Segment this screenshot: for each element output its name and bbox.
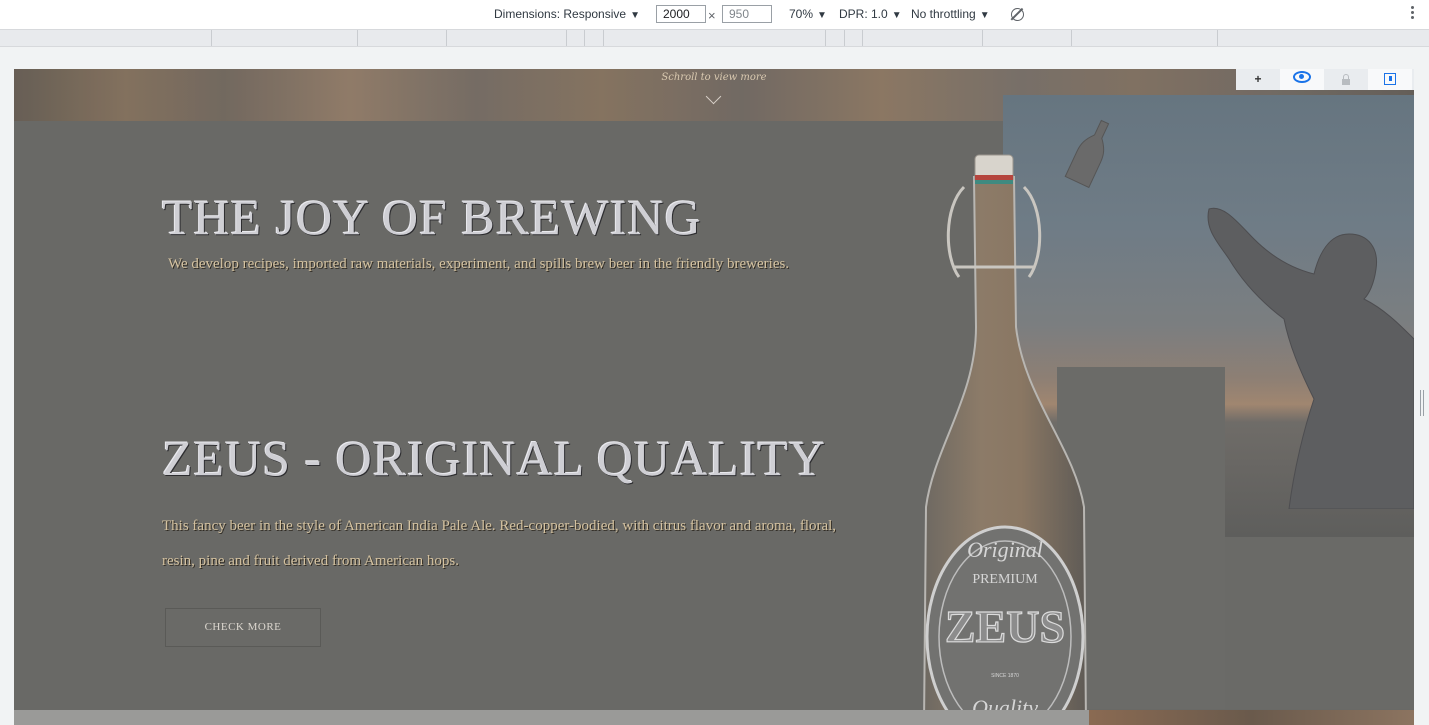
zeus-beer-bottle-image: Original PREMIUM ZEUS SINCE 1870 Quality [922, 154, 1088, 725]
caret-down-icon: ▼ [979, 10, 990, 21]
media-query-marker[interactable] [211, 30, 212, 46]
overlay-toolbar: + [1236, 69, 1414, 90]
bottle-label-top: Original [967, 537, 1043, 562]
caret-down-icon: ▼ [891, 10, 902, 21]
dpr-label: DPR: 1.0 [839, 7, 888, 21]
panel-toggle-button[interactable] [1368, 69, 1412, 90]
bottle-label-premium: PREMIUM [972, 572, 1038, 587]
zoom-dropdown[interactable]: 70% ▼ [789, 0, 827, 29]
lock-icon [1342, 74, 1350, 85]
media-query-marker[interactable] [357, 30, 358, 46]
media-query-marker[interactable] [1071, 30, 1072, 46]
viewport-resize-handle[interactable] [1420, 390, 1426, 416]
eye-icon [1293, 71, 1311, 83]
dpr-dropdown[interactable]: DPR: 1.0 ▼ [839, 0, 902, 29]
media-query-bar [0, 30, 1429, 47]
media-query-marker[interactable] [1217, 30, 1218, 46]
caret-down-icon: ▼ [630, 10, 640, 21]
caret-down-icon: ▼ [817, 10, 827, 21]
plus-icon: + [1254, 72, 1262, 86]
rotate-disabled-icon[interactable] [1011, 8, 1024, 21]
media-query-marker[interactable] [446, 30, 447, 46]
add-button[interactable]: + [1236, 69, 1280, 90]
media-query-marker[interactable] [844, 30, 845, 46]
next-section-photo-edge [1089, 710, 1414, 725]
man-silhouette [1207, 207, 1414, 509]
media-query-marker[interactable] [825, 30, 826, 46]
panel-icon [1384, 73, 1396, 85]
bottle-label-since: SINCE 1870 [991, 673, 1019, 679]
product-description: This fancy beer in the style of American… [162, 518, 837, 569]
scroll-hint: Schroll to view more [661, 72, 767, 83]
height-input[interactable] [722, 5, 772, 23]
bottle-label-brand: ZEUS [945, 601, 1065, 652]
media-query-marker[interactable] [982, 30, 983, 46]
dimensions-dropdown[interactable]: Dimensions: Responsive ▼ [494, 0, 640, 29]
media-query-marker[interactable] [566, 30, 567, 46]
times-symbol: × [708, 8, 716, 23]
check-more-button[interactable]: CHECK MORE [165, 608, 321, 647]
background-panel [1225, 537, 1414, 709]
more-options-icon[interactable] [1411, 6, 1415, 22]
subheading-joy-of-brewing: We develop recipes, imported raw materia… [168, 256, 790, 272]
throttling-dropdown[interactable]: No throttling ▼ [911, 0, 990, 29]
heading-zeus-original-quality: ZEUS - ORIGINAL QUALITY [162, 430, 827, 486]
throttling-label: No throttling [911, 7, 976, 21]
dimensions-label: Dimensions: Responsive [494, 7, 627, 21]
lock-button[interactable] [1324, 69, 1368, 90]
heading-joy-of-brewing: THE JOY OF BREWING [162, 189, 702, 245]
toggle-visibility-button[interactable] [1280, 69, 1324, 90]
devtools-device-toolbar: Dimensions: Responsive▼ × 70%▼ DPR: 1.0▼… [0, 0, 1429, 30]
media-query-marker[interactable] [603, 30, 604, 46]
media-query-marker[interactable] [584, 30, 585, 46]
width-input[interactable] [656, 5, 706, 23]
zoom-label: 70% [789, 7, 814, 21]
media-query-marker[interactable] [862, 30, 863, 46]
page-viewport: Schroll to view more THE JOY OF BREWING … [14, 69, 1414, 725]
